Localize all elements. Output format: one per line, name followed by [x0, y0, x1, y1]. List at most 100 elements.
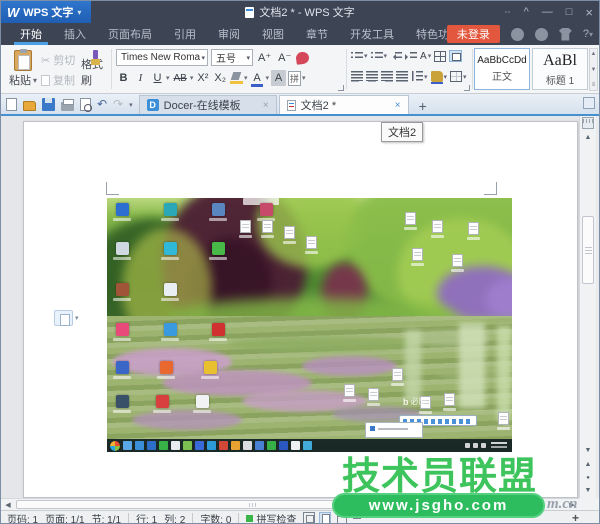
- shading-fill-button[interactable]: ▾: [431, 71, 448, 82]
- taskbar-app-icon: [207, 441, 216, 450]
- scroll-up-button[interactable]: ▲: [580, 131, 596, 144]
- menu-tab-4[interactable]: 引用: [163, 23, 207, 45]
- browse-object-button[interactable]: ●: [580, 471, 596, 484]
- redo-button[interactable]: ↷: [113, 98, 123, 111]
- feedback-icon[interactable]: [511, 28, 524, 41]
- save-button[interactable]: [42, 98, 55, 111]
- number-list-button[interactable]: ▾: [371, 51, 388, 62]
- undo-button[interactable]: ↶: [97, 98, 107, 111]
- menu-tab-3[interactable]: 页面布局: [97, 23, 163, 45]
- grow-font-button[interactable]: A⁺: [256, 50, 273, 66]
- superscript-button[interactable]: X²: [195, 70, 210, 86]
- cut-button[interactable]: ✂ 剪切: [41, 52, 75, 68]
- menu-tab-1[interactable]: 开始: [9, 23, 53, 45]
- tabs-list-icon[interactable]: ∙∙: [504, 6, 510, 18]
- distribute-grid-icon[interactable]: [434, 51, 446, 62]
- font-color-button[interactable]: A▾: [250, 70, 270, 86]
- line-spacing-button[interactable]: ▾: [411, 71, 428, 82]
- subscript-button[interactable]: X₂: [212, 70, 228, 86]
- taskbar-app-icon: [195, 441, 204, 450]
- decrease-indent-button[interactable]: [390, 51, 402, 62]
- highlight-button[interactable]: ▾: [230, 72, 248, 84]
- quickbar-dropdown-icon[interactable]: ▾: [129, 101, 133, 109]
- font-size-combo[interactable]: 五号▾: [211, 49, 253, 66]
- help-button[interactable]: ?▾: [583, 28, 593, 40]
- taskbar-app-icon: [171, 441, 180, 450]
- vertical-scrollbar[interactable]: ▲ ▼ ▲ ● ▼: [579, 116, 596, 498]
- ruler-toggle-button[interactable]: [582, 117, 594, 129]
- vertical-scroll-thumb[interactable]: [582, 216, 594, 284]
- minimize-button[interactable]: —: [542, 6, 553, 18]
- pinyin-guide-button[interactable]: 拼▾: [288, 71, 306, 86]
- taskbar-app-icon: [255, 441, 264, 450]
- paste-options-button[interactable]: ▾: [54, 310, 79, 326]
- bullet-list-button[interactable]: ▾: [351, 51, 368, 62]
- app-menu-button[interactable]: W WPS 文字 ▾: [1, 1, 91, 23]
- new-tab-button[interactable]: +: [411, 98, 435, 114]
- menu-tab-5[interactable]: 审阅: [207, 23, 251, 45]
- increase-indent-button[interactable]: [405, 51, 417, 62]
- scroll-down-button[interactable]: ▼: [580, 444, 596, 457]
- desktop-app-icon: [207, 323, 229, 341]
- align-center-button[interactable]: [366, 71, 378, 82]
- menu-tab-8[interactable]: 开发工具: [339, 23, 405, 45]
- previous-page-button[interactable]: ▲: [580, 458, 596, 471]
- copy-button[interactable]: 复制: [41, 72, 75, 88]
- scroll-left-button[interactable]: ◀: [1, 499, 15, 510]
- font-family-combo[interactable]: Times New Roma▾: [116, 49, 208, 66]
- format-painter-button[interactable]: 格式刷: [81, 48, 109, 90]
- text-wrap-button[interactable]: [449, 50, 462, 62]
- style-card-1[interactable]: AaBbCcDd正文: [474, 48, 530, 90]
- window-controls: ∙∙ ^ — □ ×: [504, 1, 593, 23]
- close-tab-icon[interactable]: ×: [263, 100, 269, 111]
- desktop-doc-icon: [449, 254, 465, 272]
- paragraph-dialog-launcher[interactable]: [464, 85, 470, 91]
- history-icon[interactable]: [535, 28, 548, 41]
- chevron-down-icon: ▾: [424, 73, 428, 81]
- page-view-button[interactable]: [319, 512, 331, 524]
- text-tool-icon[interactable]: [296, 51, 311, 65]
- document-viewport[interactable]: b必应 ▾: [1, 116, 581, 498]
- close-button[interactable]: ×: [585, 5, 593, 20]
- bold-button[interactable]: B: [116, 70, 131, 86]
- print-button[interactable]: [61, 102, 74, 111]
- gallery-up-icon: ▲: [591, 51, 597, 57]
- char-shading-button[interactable]: A: [271, 70, 286, 86]
- tab-docer[interactable]: D Docer-在线模板 ×: [139, 95, 277, 114]
- chevron-down-icon: ▾: [384, 52, 388, 60]
- menu-tab-2[interactable]: 插入: [53, 23, 97, 45]
- task-pane-icon[interactable]: [583, 97, 595, 109]
- styles-gallery-scroll[interactable]: ▲ ▼ ≡: [589, 48, 598, 91]
- next-page-button[interactable]: ▼: [580, 484, 596, 497]
- embedded-image[interactable]: b必应: [107, 198, 512, 452]
- paste-icon: [14, 50, 32, 71]
- italic-button[interactable]: I: [133, 70, 148, 86]
- shrink-font-button[interactable]: A⁻: [276, 50, 293, 66]
- menu-tab-6[interactable]: 视图: [251, 23, 295, 45]
- close-tab-icon[interactable]: ×: [395, 100, 401, 111]
- collapse-ribbon-button[interactable]: ^: [524, 6, 529, 18]
- borders-button[interactable]: ▾: [450, 71, 467, 82]
- water-reflection: [497, 326, 511, 421]
- login-button[interactable]: 未登录: [447, 25, 500, 43]
- align-left-button[interactable]: [351, 71, 363, 82]
- font-dialog-launcher[interactable]: [338, 85, 344, 91]
- new-document-button[interactable]: [6, 98, 17, 111]
- strikethrough-button[interactable]: AB▾: [172, 70, 194, 86]
- text-direction-button[interactable]: A▾: [420, 51, 431, 62]
- menu-tab-7[interactable]: 章节: [295, 23, 339, 45]
- style-card-2[interactable]: AaBl标题 1: [532, 48, 588, 90]
- underline-button[interactable]: U▾: [150, 70, 170, 86]
- taskbar-app-icon: [243, 441, 252, 450]
- spellcheck-status[interactable]: 拼写检查: [246, 511, 296, 524]
- align-justify-button[interactable]: [396, 71, 408, 82]
- fullscreen-view-button[interactable]: [303, 512, 315, 524]
- maximize-button[interactable]: □: [566, 6, 573, 18]
- align-right-button[interactable]: [381, 71, 393, 82]
- open-button[interactable]: [23, 101, 36, 111]
- paste-button[interactable]: 粘贴▾: [8, 48, 38, 90]
- tab-document2[interactable]: 文档2 * ×: [279, 95, 409, 114]
- document-page[interactable]: b必应 ▾: [23, 121, 578, 498]
- skin-icon[interactable]: [559, 28, 572, 41]
- print-preview-button[interactable]: [80, 98, 91, 111]
